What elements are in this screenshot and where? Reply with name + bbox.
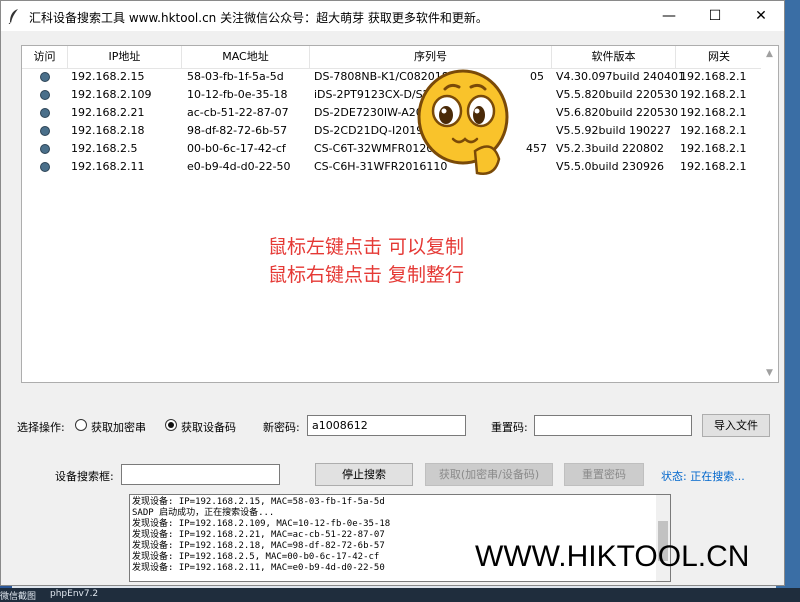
ip-cell[interactable]: 192.168.2.15 xyxy=(71,68,144,86)
ip-cell[interactable]: 192.168.2.21 xyxy=(71,104,144,122)
taskbar: 微信截图 phpEnv7.2 xyxy=(0,588,800,602)
version-cell[interactable]: V4.30.097build 240401 xyxy=(556,68,685,86)
gateway-cell[interactable]: 192.168.2.1 xyxy=(680,140,746,158)
ip-cell[interactable]: 192.168.2.11 xyxy=(71,158,144,176)
get-key-code-button[interactable]: 获取(加密串/设备码) xyxy=(425,463,553,486)
serial-cell-tail: 05 xyxy=(530,70,544,83)
operation-label: 选择操作: xyxy=(17,421,65,434)
mac-cell[interactable]: e0-b9-4d-d0-22-50 xyxy=(187,158,291,176)
version-cell[interactable]: V5.5.92build 190227 xyxy=(556,122,671,140)
stop-search-button[interactable]: 停止搜索 xyxy=(315,463,413,486)
mac-cell[interactable]: 10-12-fb-0e-35-18 xyxy=(187,86,287,104)
table-scrollbar[interactable]: ▲ ▼ xyxy=(761,46,778,382)
log-line: 发现设备: IP=192.168.2.15, MAC=58-03-fb-1f-5… xyxy=(132,497,385,507)
gateway-cell[interactable]: 192.168.2.1 xyxy=(680,104,746,122)
ip-cell[interactable]: 192.168.2.18 xyxy=(71,122,144,140)
ip-cell[interactable]: 192.168.2.109 xyxy=(71,86,151,104)
search-box-label: 设备搜索框: xyxy=(55,470,114,483)
table-row[interactable]: 192.168.2.109 10-12-fb-0e-35-18 iDS-2PT9… xyxy=(22,86,762,104)
table-row[interactable]: 192.168.2.18 98-df-82-72-6b-57 DS-2CD21D… xyxy=(22,122,762,140)
device-table[interactable]: 访问 IP地址 MAC地址 序列号 软件版本 网关 192.168.2.15 5… xyxy=(21,45,779,383)
globe-icon[interactable] xyxy=(40,162,50,172)
radio-get-code-label[interactable]: 获取设备码 xyxy=(181,419,236,435)
close-button[interactable]: ✕ xyxy=(738,1,784,31)
table-row[interactable]: 192.168.2.15 58-03-fb-1f-5a-5d DS-7808NB… xyxy=(22,68,762,86)
ip-cell[interactable]: 192.168.2.5 xyxy=(71,140,137,158)
gateway-cell[interactable]: 192.168.2.1 xyxy=(680,122,746,140)
log-line: 发现设备: IP=192.168.2.21, MAC=ac-cb-51-22-8… xyxy=(132,530,385,540)
mac-cell[interactable]: 98-df-82-72-6b-57 xyxy=(187,122,287,140)
app-window: 汇科设备搜索工具 www.hktool.cn 关注微信公众号：超大萌芽 获取更多… xyxy=(0,0,785,586)
minimize-button[interactable]: — xyxy=(646,1,692,31)
log-line: 发现设备: IP=192.168.2.109, MAC=10-12-fb-0e-… xyxy=(132,519,391,529)
new-password-label: 新密码: xyxy=(263,421,300,434)
version-cell[interactable]: V5.5.0build 230926 xyxy=(556,158,664,176)
column-header-ip[interactable]: IP地址 xyxy=(68,46,182,68)
reset-password-button[interactable]: 重置密码 xyxy=(564,463,644,486)
maximize-button[interactable]: ☐ xyxy=(692,1,738,31)
search-input[interactable] xyxy=(121,464,280,485)
log-line: 发现设备: IP=192.168.2.5, MAC=00-b0-6c-17-42… xyxy=(132,552,380,562)
version-cell[interactable]: V5.6.820build 220530 xyxy=(556,104,678,122)
taskbar-item[interactable]: 微信截图 xyxy=(0,589,36,602)
gateway-cell[interactable]: 192.168.2.1 xyxy=(680,86,746,104)
import-file-button[interactable]: 导入文件 xyxy=(702,414,770,437)
mac-cell[interactable]: 58-03-fb-1f-5a-5d xyxy=(187,68,284,86)
radio-get-key[interactable] xyxy=(75,419,87,431)
log-line: 发现设备: IP=192.168.2.11, MAC=e0-b9-4d-d0-2… xyxy=(132,563,385,573)
new-password-input[interactable]: a1008612 xyxy=(307,415,466,436)
version-cell[interactable]: V5.2.3build 220802 xyxy=(556,140,664,158)
globe-icon[interactable] xyxy=(40,108,50,118)
copy-hint-right-click: 鼠标右键点击 复制整行 xyxy=(268,264,465,286)
column-header-access[interactable]: 访问 xyxy=(22,46,68,68)
table-row[interactable]: 192.168.2.5 00-b0-6c-17-42-cf CS-C6T-32W… xyxy=(22,140,762,158)
gateway-cell[interactable]: 192.168.2.1 xyxy=(680,158,746,176)
globe-icon[interactable] xyxy=(40,144,50,154)
log-line: 发现设备: IP=192.168.2.18, MAC=98-df-82-72-6… xyxy=(132,541,385,551)
log-line: SADP 启动成功，正在搜索设备... xyxy=(132,508,275,518)
mac-cell[interactable]: ac-cb-51-22-87-07 xyxy=(187,104,289,122)
status-text: 状态: 正在搜索... xyxy=(661,470,745,483)
reset-code-input[interactable] xyxy=(534,415,692,436)
radio-get-code[interactable] xyxy=(165,419,177,431)
table-header: 访问 IP地址 MAC地址 序列号 软件版本 网关 xyxy=(22,46,762,69)
column-header-mac[interactable]: MAC地址 xyxy=(182,46,310,68)
scroll-down-icon[interactable]: ▼ xyxy=(761,365,778,382)
table-row[interactable]: 192.168.2.11 e0-b9-4d-d0-22-50 CS-C6H-31… xyxy=(22,158,762,176)
title-bar[interactable]: 汇科设备搜索工具 www.hktool.cn 关注微信公众号：超大萌芽 获取更多… xyxy=(1,1,784,31)
thinking-face-icon xyxy=(417,69,509,175)
scroll-up-icon[interactable]: ▲ xyxy=(761,46,778,63)
table-row[interactable]: 192.168.2.21 ac-cb-51-22-87-07 DS-2DE723… xyxy=(22,104,762,122)
window-title: 汇科设备搜索工具 www.hktool.cn 关注微信公众号：超大萌芽 获取更多… xyxy=(29,11,488,25)
column-header-version[interactable]: 软件版本 xyxy=(552,46,676,68)
globe-icon[interactable] xyxy=(40,126,50,136)
copy-hint-left-click: 鼠标左键点击 可以复制 xyxy=(268,236,465,258)
gateway-cell[interactable]: 192.168.2.1 xyxy=(680,68,746,86)
taskbar-item[interactable]: phpEnv7.2 xyxy=(50,589,98,599)
globe-icon[interactable] xyxy=(40,90,50,100)
mac-cell[interactable]: 00-b0-6c-17-42-cf xyxy=(187,140,286,158)
globe-icon[interactable] xyxy=(40,72,50,82)
serial-cell-tail: 457 xyxy=(526,142,547,155)
version-cell[interactable]: V5.5.820build 220530 xyxy=(556,86,678,104)
reset-code-label: 重置码: xyxy=(491,421,528,434)
column-header-gateway[interactable]: 网关 xyxy=(676,46,762,68)
radio-get-key-label[interactable]: 获取加密串 xyxy=(91,419,146,435)
watermark-text: WWW.HIKTOOL.CN xyxy=(475,540,750,573)
feather-icon xyxy=(8,9,18,24)
